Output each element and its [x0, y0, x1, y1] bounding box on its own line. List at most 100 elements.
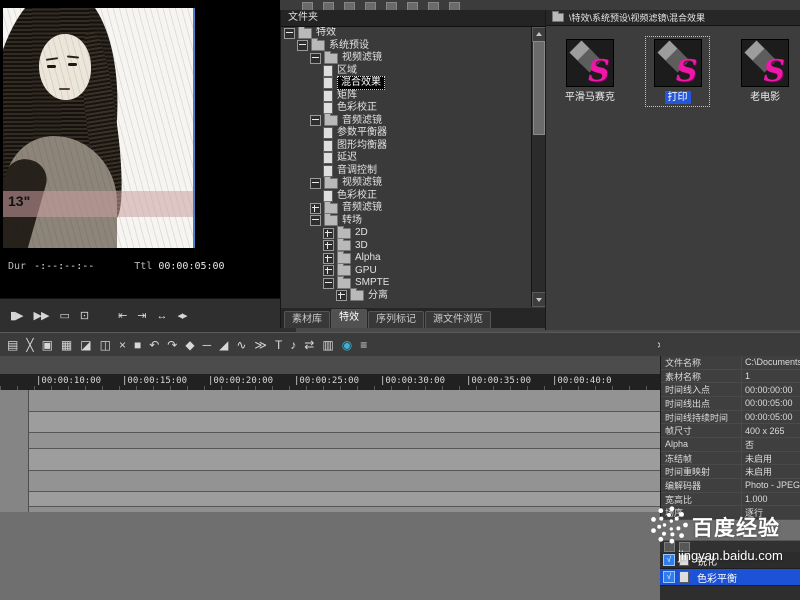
tab-effects[interactable]: 特效 [331, 309, 367, 328]
collapse-icon[interactable] [310, 177, 321, 189]
tree-item[interactable]: 3D [281, 238, 532, 253]
tree-item[interactable]: 音调控制 [281, 164, 532, 178]
tree-item[interactable]: 图形均衡器 [281, 139, 532, 153]
property-value: 未启用 [745, 453, 773, 464]
tree-scrollbar[interactable] [531, 27, 547, 307]
record-icon[interactable]: ◉ [342, 335, 352, 355]
tree-item[interactable]: Alpha [281, 250, 532, 265]
timeline-empty-area[interactable] [0, 512, 660, 600]
collapse-icon[interactable] [284, 27, 295, 39]
timeline-track[interactable] [0, 433, 660, 449]
sync-icon[interactable]: ⇄ [304, 335, 314, 355]
timeline-track[interactable] [0, 471, 660, 492]
tab-sequence-markers[interactable]: 序列标记 [368, 311, 424, 328]
scroll-thumb[interactable] [533, 41, 545, 135]
timeline-track[interactable] [0, 412, 660, 433]
timeline-ruler[interactable]: |00:00:10:00 |00:00:15:00 |00:00:20:00 |… [0, 374, 660, 390]
checkbox-checked[interactable]: √ [663, 571, 675, 583]
tree-item[interactable]: 色彩校正 [281, 189, 532, 203]
effect-card-label: 老电影 [750, 92, 781, 103]
speed-icon[interactable]: ≫ [254, 335, 267, 355]
timeline-track[interactable] [0, 449, 660, 471]
fade-icon[interactable]: ◢ [219, 335, 228, 355]
timeline-track[interactable] [0, 492, 660, 507]
tree-item[interactable]: 特效 [281, 27, 532, 40]
tree-item[interactable]: 转场 [281, 213, 532, 228]
tab-material-library[interactable]: 素材库 [284, 311, 330, 328]
expand-icon[interactable] [310, 202, 321, 214]
tree-item[interactable]: 视频滤镜 [281, 175, 532, 190]
audio-icon[interactable]: ♪ [290, 335, 296, 355]
tree-item[interactable]: 矩阵 [281, 89, 532, 103]
tree-item[interactable]: 视频滤镜 [281, 50, 532, 65]
play-button[interactable]: ▮▶ [8, 307, 25, 325]
dur-value: -:--:--:-- [34, 260, 95, 272]
folder-icon [552, 11, 564, 22]
list-icon[interactable]: ≡ [360, 335, 367, 355]
property-value: 否 [745, 439, 755, 450]
panel-button[interactable] [679, 542, 690, 552]
tree-item[interactable]: 2D [281, 225, 532, 240]
tree-item[interactable]: GPU [281, 263, 532, 278]
property-row: 编解码器 Photo - JPEG [661, 479, 800, 493]
collapse-icon[interactable] [323, 277, 334, 289]
copy-icon[interactable]: ▣ [42, 335, 53, 355]
paste-icon[interactable]: ▦ [61, 335, 72, 355]
tree-item[interactable]: 延迟 [281, 152, 532, 165]
tree-item[interactable]: SMPTE [281, 275, 532, 290]
trim-icon[interactable]: ─ [203, 335, 212, 355]
property-label: 素材名称 [661, 369, 742, 383]
fast-forward-button[interactable]: ▶▶ [32, 307, 51, 325]
waveform-icon[interactable]: ∿ [236, 335, 246, 355]
display-mode-button[interactable]: ▭ [57, 307, 70, 325]
collapse-icon[interactable] [310, 215, 321, 227]
tree-item[interactable]: 分离 [281, 288, 532, 303]
cut-icon[interactable]: ╳ [26, 335, 33, 355]
collapse-icon[interactable] [297, 40, 308, 52]
expand-icon[interactable] [336, 290, 347, 302]
grid-icon[interactable]: ▥ [322, 335, 333, 355]
track-header-column[interactable] [0, 390, 29, 512]
expand-icon[interactable] [323, 227, 334, 239]
expand-icon[interactable] [323, 240, 334, 252]
property-row: 场序 逐行 [661, 506, 800, 521]
go-to-in-button[interactable]: ⇤ [116, 307, 128, 325]
tree-item[interactable]: 音频滤镜 [281, 200, 532, 215]
insert-clip-icon[interactable]: ◪ [80, 335, 91, 355]
delete-icon[interactable]: × [119, 335, 126, 355]
tree-item[interactable]: 系统预设 [281, 38, 532, 53]
tree-item[interactable]: 音频滤镜 [281, 113, 532, 128]
effect-card[interactable]: S 老电影 [733, 37, 797, 106]
set-marker-icon[interactable]: ◆ [185, 335, 194, 355]
effect-card-selected[interactable]: S 打印 [644, 36, 711, 107]
tab-source-browser[interactable]: 源文件浏览 [425, 311, 491, 328]
go-to-out-button[interactable]: ⇥ [135, 307, 147, 325]
cropped-toolbar-icon [386, 2, 397, 10]
collapse-icon[interactable] [310, 52, 321, 64]
redo-icon[interactable]: ↷ [167, 335, 177, 355]
overwrite-clip-icon[interactable]: ◫ [100, 335, 111, 355]
tree-item-label: 图形均衡器 [337, 139, 387, 151]
panel-button[interactable] [664, 542, 675, 552]
title-icon[interactable]: T [275, 335, 282, 355]
save-icon[interactable]: ▤ [7, 335, 18, 355]
expand-icon[interactable] [323, 252, 334, 264]
tree-item-selected[interactable]: 混合效果 [281, 76, 532, 91]
ripple-delete-icon[interactable]: ■ [134, 335, 141, 355]
timeline-track[interactable] [0, 390, 660, 412]
tree-item[interactable]: 色彩校正 [281, 102, 532, 115]
applied-effect-row[interactable]: √ 锐化 [660, 552, 800, 569]
expand-icon[interactable] [323, 265, 334, 277]
checkbox-checked[interactable]: √ [663, 554, 675, 566]
effect-card[interactable]: S 平滑马赛克 [558, 37, 622, 106]
undo-icon[interactable]: ↶ [149, 335, 159, 355]
play-in-out-button[interactable]: ↔ [155, 307, 169, 325]
jog-button[interactable]: ◂▸ [176, 307, 189, 325]
applied-effect-row-selected[interactable]: √ 色彩平衡 [660, 569, 800, 586]
tree-item[interactable]: 区域 [281, 64, 532, 78]
collapse-icon[interactable] [310, 115, 321, 127]
effect-icon [323, 64, 333, 77]
tree-item[interactable]: 参数平衡器 [281, 127, 532, 140]
loop-button[interactable]: ⊡ [78, 307, 90, 325]
property-label: Alpha [661, 438, 742, 451]
